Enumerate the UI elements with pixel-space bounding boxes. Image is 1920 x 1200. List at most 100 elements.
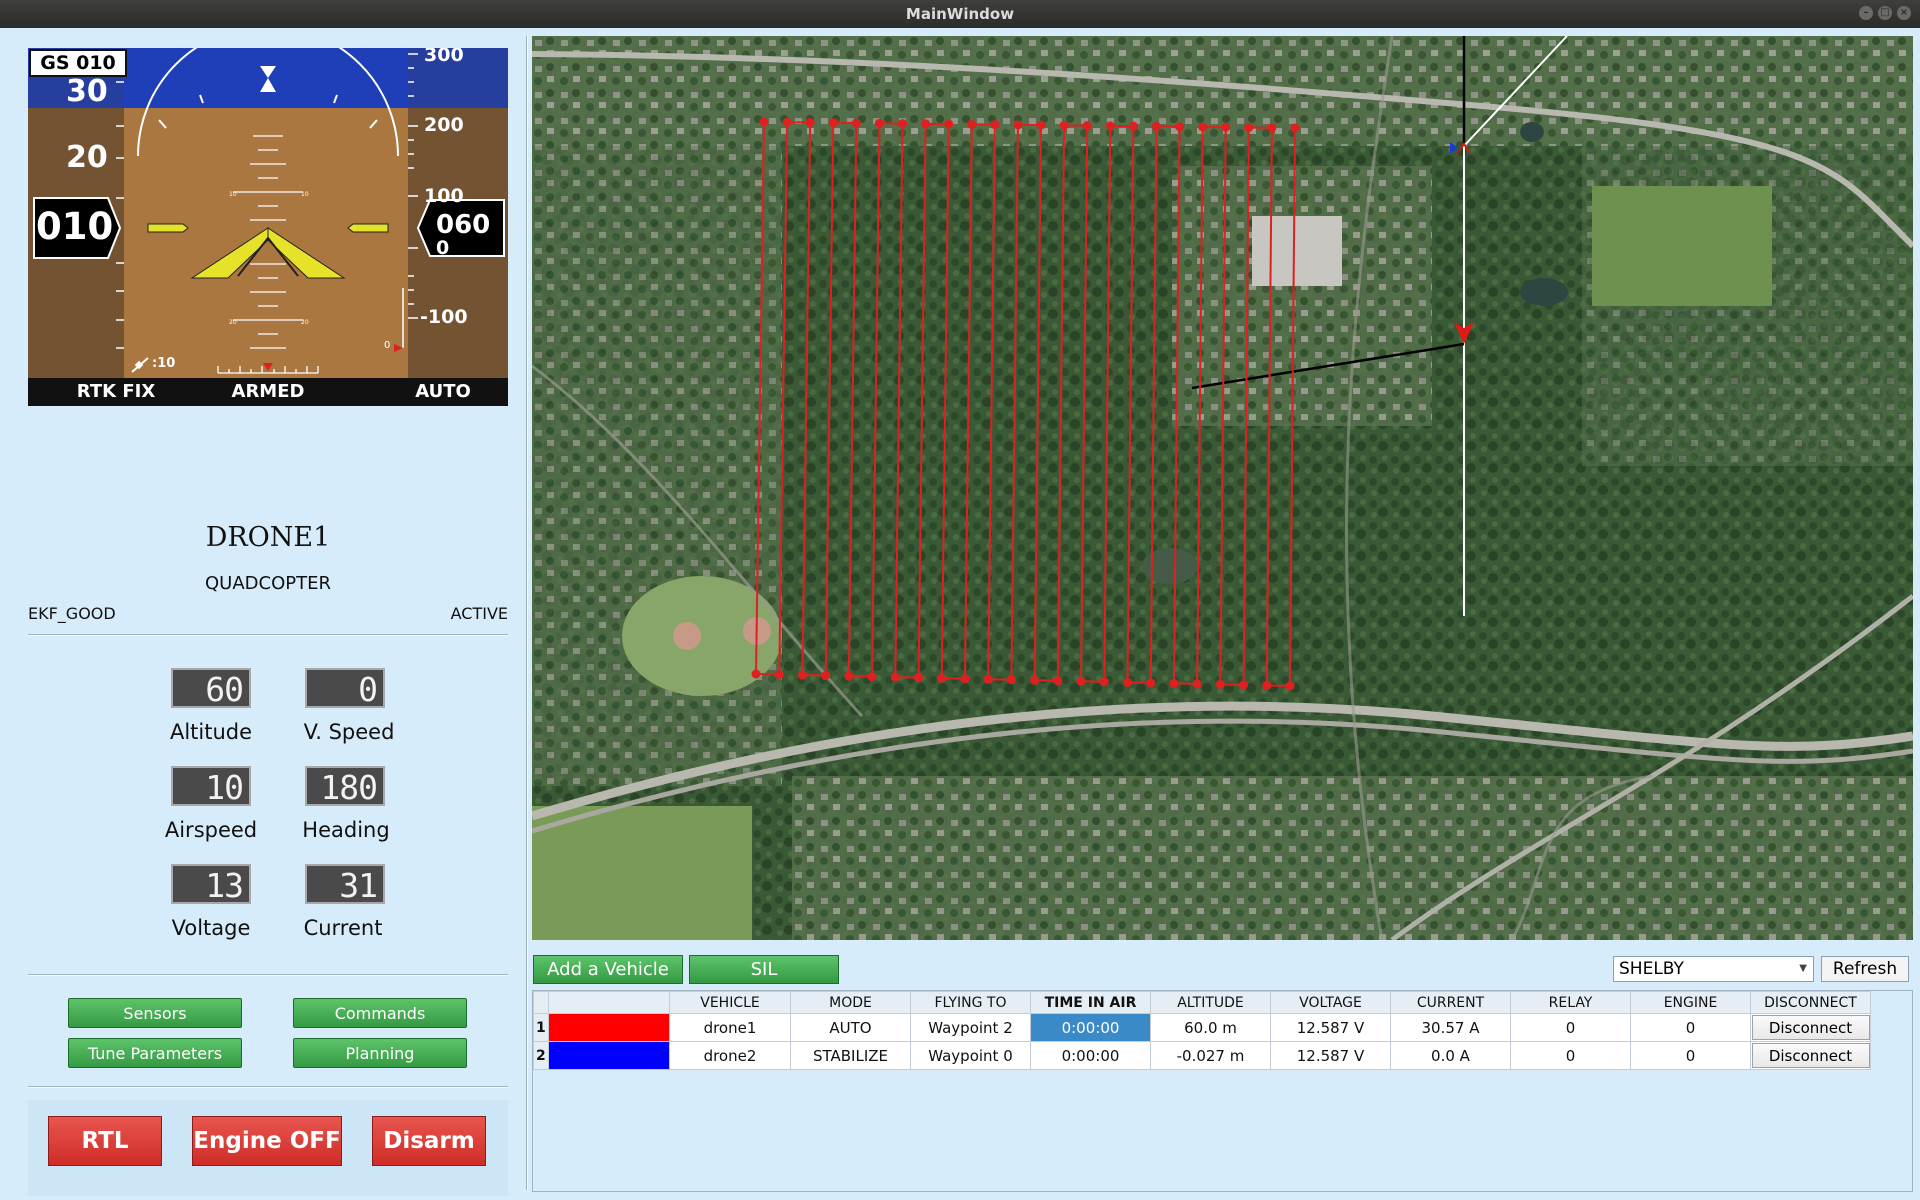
vehicle-table: VEHICLE MODE FLYING TO TIME IN AIR ALTIT… xyxy=(533,991,1871,1070)
waypoint-marker[interactable] xyxy=(821,671,831,681)
waypoint-marker[interactable] xyxy=(1059,120,1069,130)
cell-engine[interactable]: 0 xyxy=(1630,1041,1751,1070)
satellite-map[interactable] xyxy=(532,36,1913,940)
waypoint-marker[interactable] xyxy=(1262,680,1272,690)
disarm-button[interactable]: Disarm xyxy=(372,1116,486,1166)
cell-voltage[interactable]: 12.587 V xyxy=(1270,1013,1391,1042)
waypoint-marker[interactable] xyxy=(851,118,861,128)
disconnect-button[interactable]: Disconnect xyxy=(1751,1043,1870,1068)
waypoint-marker[interactable] xyxy=(797,670,807,680)
header-voltage[interactable]: VOLTAGE xyxy=(1270,991,1391,1014)
waypoint-marker[interactable] xyxy=(805,118,815,128)
waypoint-marker[interactable] xyxy=(1030,675,1040,685)
tune-parameters-button[interactable]: Tune Parameters xyxy=(68,1038,242,1068)
refresh-button[interactable]: Refresh xyxy=(1821,956,1909,982)
waypoint-marker[interactable] xyxy=(1053,676,1063,686)
waypoint-marker[interactable] xyxy=(1146,678,1156,688)
waypoint-marker[interactable] xyxy=(828,118,838,128)
alt-tape-label-200: 200 xyxy=(424,114,464,136)
waypoint-marker[interactable] xyxy=(1169,678,1179,688)
rtl-button[interactable]: RTL xyxy=(48,1116,162,1166)
waypoint-marker[interactable] xyxy=(898,119,908,129)
engine-off-button[interactable]: Engine OFF xyxy=(192,1116,342,1166)
cell-flying-to[interactable]: Waypoint 2 xyxy=(910,1013,1031,1042)
waypoint-marker[interactable] xyxy=(944,119,954,129)
sensors-button[interactable]: Sensors xyxy=(68,998,242,1028)
table-row[interactable]: 1 drone1 AUTO Waypoint 2 0:00:00 60.0 m … xyxy=(533,1013,1871,1042)
waypoint-marker[interactable] xyxy=(1006,675,1016,685)
maximize-icon[interactable]: □ xyxy=(1878,6,1892,20)
waypoint-marker[interactable] xyxy=(914,673,924,683)
cell-altitude[interactable]: -0.027 m xyxy=(1150,1041,1271,1070)
waypoint-marker[interactable] xyxy=(774,670,784,680)
waypoint-marker[interactable] xyxy=(1122,677,1132,687)
waypoint-marker[interactable] xyxy=(759,117,769,127)
add-vehicle-button[interactable]: Add a Vehicle xyxy=(533,955,683,984)
close-icon[interactable]: × xyxy=(1897,6,1911,20)
waypoint-marker[interactable] xyxy=(844,671,854,681)
minimize-icon[interactable]: – xyxy=(1859,6,1873,20)
header-engine[interactable]: ENGINE xyxy=(1630,991,1751,1014)
cell-mode[interactable]: AUTO xyxy=(790,1013,911,1042)
cell-vehicle[interactable]: drone1 xyxy=(669,1013,791,1042)
header-altitude[interactable]: ALTITUDE xyxy=(1150,991,1271,1014)
waypoint-marker[interactable] xyxy=(1290,123,1300,133)
waypoint-marker[interactable] xyxy=(1285,681,1295,691)
waypoint-marker[interactable] xyxy=(1082,121,1092,131)
header-flying-to[interactable]: FLYING TO xyxy=(910,991,1031,1014)
vehicle-type: QUADCOPTER xyxy=(205,573,331,594)
waypoint-marker[interactable] xyxy=(1215,679,1225,689)
cell-current[interactable]: 30.57 A xyxy=(1390,1013,1511,1042)
action-panel: RTL Engine OFF Disarm xyxy=(28,1100,508,1196)
waypoint-marker[interactable] xyxy=(890,672,900,682)
waypoint-marker[interactable] xyxy=(967,119,977,129)
sil-button[interactable]: SIL xyxy=(689,955,839,984)
commands-button[interactable]: Commands xyxy=(293,998,467,1028)
cell-vehicle[interactable]: drone2 xyxy=(669,1041,791,1070)
cell-time-in-air[interactable]: 0:00:00 xyxy=(1030,1013,1151,1042)
cell-flying-to[interactable]: Waypoint 0 xyxy=(910,1041,1031,1070)
waypoint-marker[interactable] xyxy=(867,672,877,682)
planning-button[interactable]: Planning xyxy=(293,1038,467,1068)
cell-relay[interactable]: 0 xyxy=(1510,1041,1631,1070)
cell-mode[interactable]: STABILIZE xyxy=(790,1041,911,1070)
cell-relay[interactable]: 0 xyxy=(1510,1013,1631,1042)
waypoint-marker[interactable] xyxy=(1151,121,1161,131)
waypoint-marker[interactable] xyxy=(1076,676,1086,686)
header-current[interactable]: CURRENT xyxy=(1390,991,1511,1014)
waypoint-marker[interactable] xyxy=(751,669,761,679)
cell-time-in-air[interactable]: 0:00:00 xyxy=(1030,1041,1151,1070)
cell-voltage[interactable]: 12.587 V xyxy=(1270,1041,1391,1070)
waypoint-marker[interactable] xyxy=(1175,122,1185,132)
waypoint-marker[interactable] xyxy=(1036,120,1046,130)
header-disconnect[interactable]: DISCONNECT xyxy=(1750,991,1871,1014)
cell-current[interactable]: 0.0 A xyxy=(1390,1041,1511,1070)
waypoint-marker[interactable] xyxy=(782,117,792,127)
waypoint-marker[interactable] xyxy=(983,674,993,684)
waypoint-marker[interactable] xyxy=(1198,122,1208,132)
waypoint-marker[interactable] xyxy=(1267,123,1277,133)
waypoint-marker[interactable] xyxy=(1244,122,1254,132)
table-row[interactable]: 2 drone2 STABILIZE Waypoint 0 0:00:00 -0… xyxy=(533,1041,1871,1070)
waypoint-marker[interactable] xyxy=(937,673,947,683)
waypoint-marker[interactable] xyxy=(1013,120,1023,130)
header-mode[interactable]: MODE xyxy=(790,991,911,1014)
waypoint-marker[interactable] xyxy=(1099,677,1109,687)
cell-engine[interactable]: 0 xyxy=(1630,1013,1751,1042)
map-svg[interactable] xyxy=(532,36,1913,940)
disconnect-button[interactable]: Disconnect xyxy=(1751,1015,1870,1040)
waypoint-marker[interactable] xyxy=(874,118,884,128)
waypoint-marker[interactable] xyxy=(1239,680,1249,690)
waypoint-marker[interactable] xyxy=(1105,121,1115,131)
header-vehicle[interactable]: VEHICLE xyxy=(669,991,791,1014)
waypoint-marker[interactable] xyxy=(1221,122,1231,132)
waypoint-marker[interactable] xyxy=(1128,121,1138,131)
cell-altitude[interactable]: 60.0 m xyxy=(1150,1013,1271,1042)
header-time-in-air[interactable]: TIME IN AIR xyxy=(1030,991,1151,1014)
waypoint-marker[interactable] xyxy=(990,120,1000,130)
header-relay[interactable]: RELAY xyxy=(1510,991,1631,1014)
area-select[interactable]: SHELBY ▼ xyxy=(1613,956,1814,982)
waypoint-marker[interactable] xyxy=(960,674,970,684)
waypoint-marker[interactable] xyxy=(921,119,931,129)
waypoint-marker[interactable] xyxy=(1192,679,1202,689)
